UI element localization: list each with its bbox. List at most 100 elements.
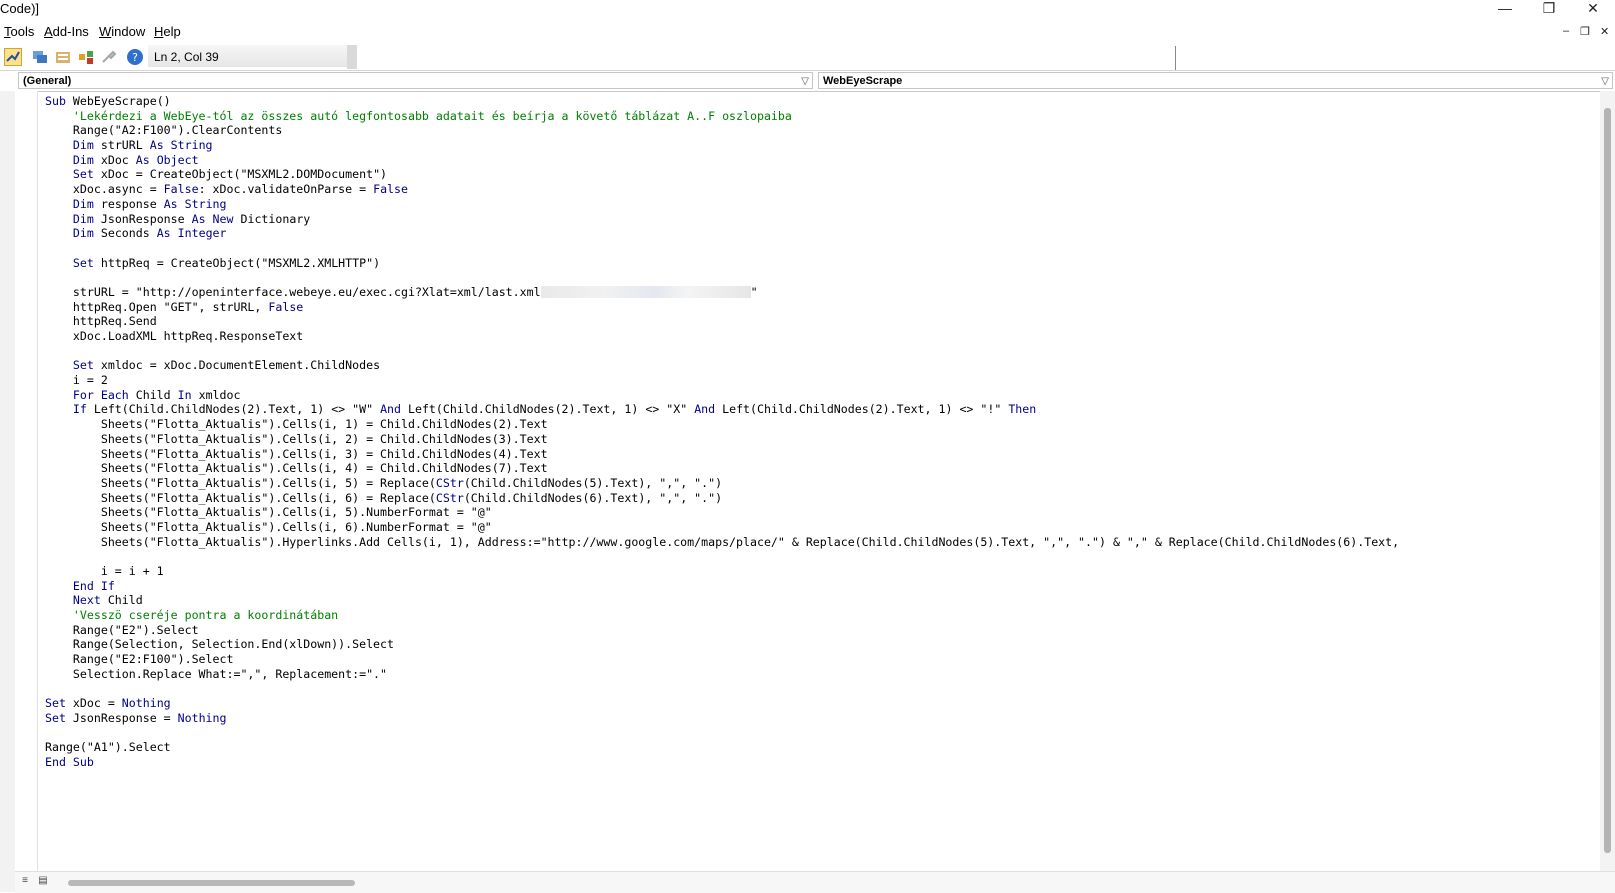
code-line[interactable]: Range(Selection, Selection.End(xlDown)).… (45, 637, 1600, 652)
code-editor[interactable]: Sub WebEyeScrape() 'Lekérdezi a WebEye-t… (45, 94, 1600, 864)
code-line[interactable] (45, 682, 1600, 697)
code-line[interactable]: Sheets("Flotta_Aktualis").Cells(i, 4) = … (45, 461, 1600, 476)
toolbar-dropdown-handle[interactable] (347, 45, 357, 69)
keyword-token: Next (45, 593, 101, 608)
code-line[interactable]: Range("E2").Select (45, 623, 1600, 638)
code-line[interactable]: Set xDoc = CreateObject("MSXML2.DOMDocum… (45, 167, 1600, 182)
code-line[interactable]: Sheets("Flotta_Aktualis").Cells(i, 3) = … (45, 447, 1600, 462)
code-token: Left(Child.ChildNodes(2).Text, 1) <> "!" (715, 402, 1009, 417)
code-line[interactable] (45, 549, 1600, 564)
mdi-close-icon[interactable]: ✕ (1600, 25, 1609, 38)
vertical-scroll-thumb[interactable] (1604, 108, 1611, 853)
code-line[interactable]: Sub WebEyeScrape() (45, 94, 1600, 109)
close-icon[interactable]: ✕ (1571, 0, 1615, 18)
keyword-token: Dim (45, 226, 94, 241)
code-line[interactable]: Range("A1").Select (45, 740, 1600, 755)
code-token: Sheets("Flotta_Aktualis").Hyperlinks.Add… (45, 534, 1400, 549)
code-line[interactable]: i = i + 1 (45, 564, 1600, 579)
procedure-combo-value: WebEyeScrape (823, 75, 903, 87)
code-line[interactable]: For Each Child In xmldoc (45, 388, 1600, 403)
code-line[interactable]: Dim JsonResponse As New Dictionary (45, 212, 1600, 227)
code-line[interactable]: End Sub (45, 755, 1600, 770)
menu-tools-label: ools (10, 24, 35, 39)
code-line[interactable]: Set httpReq = CreateObject("MSXML2.XMLHT… (45, 256, 1600, 271)
code-token: httpReq.Send (45, 314, 157, 329)
code-line[interactable] (45, 726, 1600, 741)
keyword-token: Then (1008, 402, 1037, 417)
maximize-icon[interactable]: ❐ (1527, 0, 1571, 18)
code-line[interactable]: Set JsonResponse = Nothing (45, 711, 1600, 726)
code-line[interactable] (45, 344, 1600, 359)
code-line[interactable]: xDoc.LoadXML httpReq.ResponseText (45, 329, 1600, 344)
code-line[interactable]: Next Child (45, 593, 1600, 608)
mdi-minimize-icon[interactable]: – (1563, 25, 1569, 37)
menu-window-accel: W (99, 24, 112, 39)
menu-window[interactable]: Window (99, 24, 145, 39)
code-line[interactable]: End If (45, 579, 1600, 594)
cursor-position: Ln 2, Col 39 (148, 45, 350, 67)
code-line[interactable]: strURL = "http://openinterface.webeye.eu… (45, 285, 1600, 300)
code-line[interactable]: Dim Seconds As Integer (45, 226, 1600, 241)
code-line[interactable]: i = 2 (45, 373, 1600, 388)
code-line[interactable]: Dim response As String (45, 197, 1600, 212)
object-browser-icon[interactable] (77, 48, 95, 66)
code-line[interactable]: Sheets("Flotta_Aktualis").Cells(i, 1) = … (45, 417, 1600, 432)
toolbox-icon[interactable] (100, 48, 118, 66)
code-line[interactable]: httpReq.Open "GET", strURL, False (45, 300, 1600, 315)
keyword-token: Nothing (177, 710, 227, 725)
code-line[interactable]: Sheets("Flotta_Aktualis").Cells(i, 5).Nu… (45, 505, 1600, 520)
code-line[interactable]: Range("E2:F100").Select (45, 652, 1600, 667)
full-module-view-icon[interactable]: ▤ (37, 875, 49, 887)
project-explorer-icon[interactable] (31, 48, 49, 66)
code-token: Child (128, 387, 178, 402)
code-line[interactable]: Set xDoc = Nothing (45, 696, 1600, 711)
keyword-token: False (268, 299, 304, 314)
keyword-token: As Object (135, 152, 199, 167)
minimize-icon[interactable]: — (1483, 0, 1527, 18)
procedure-view-icon[interactable]: ≡ (19, 875, 31, 887)
menu-add-ins[interactable]: Add-Ins (44, 24, 89, 39)
chevron-down-icon: ▽ (801, 76, 809, 87)
code-token: : xDoc.validateOnParse = (198, 182, 374, 197)
menu-help[interactable]: Help (154, 24, 181, 39)
code-token: Sheets("Flotta_Aktualis").Cells(i, 5) = … (45, 475, 436, 490)
chevron-down-icon: ▽ (1601, 76, 1609, 87)
keyword-token: As Integer (156, 226, 227, 241)
code-token: Selection.Replace What:=",", Replacement… (45, 666, 388, 681)
code-line[interactable]: Selection.Replace What:=",", Replacement… (45, 667, 1600, 682)
docked-panel-edge[interactable] (0, 91, 16, 892)
code-line[interactable] (45, 270, 1600, 285)
procedure-combo[interactable]: WebEyeScrape ▽ (818, 72, 1613, 89)
keyword-token: Sub (45, 94, 66, 108)
keyword-token: End Sub (45, 754, 94, 769)
code-line[interactable]: Range("A2:F100").ClearContents (45, 123, 1600, 138)
code-line[interactable]: Sheets("Flotta_Aktualis").Cells(i, 2) = … (45, 432, 1600, 447)
code-line[interactable]: 'Lekérdezi a WebEye-tól az összes autó l… (45, 109, 1600, 124)
code-margin[interactable] (15, 91, 38, 871)
code-line[interactable]: Sheets("Flotta_Aktualis").Cells(i, 6).Nu… (45, 520, 1600, 535)
object-combo[interactable]: (General) ▽ (18, 72, 813, 89)
help-icon[interactable]: ? (126, 48, 144, 66)
code-line[interactable]: If Left(Child.ChildNodes(2).Text, 1) <> … (45, 402, 1600, 417)
properties-window-icon[interactable] (54, 48, 72, 66)
keyword-token: If (45, 402, 87, 417)
code-line[interactable]: httpReq.Send (45, 314, 1600, 329)
code-line[interactable]: Sheets("Flotta_Aktualis").Hyperlinks.Add… (45, 535, 1600, 550)
code-line[interactable]: Sheets("Flotta_Aktualis").Cells(i, 5) = … (45, 476, 1600, 491)
code-line[interactable]: Set xmldoc = xDoc.DocumentElement.ChildN… (45, 358, 1600, 373)
code-token: Seconds (93, 226, 157, 241)
code-line[interactable]: Sheets("Flotta_Aktualis").Cells(i, 6) = … (45, 491, 1600, 506)
keyword-token: In (177, 387, 192, 402)
menu-tools[interactable]: Tools (4, 24, 34, 39)
design-mode-icon[interactable] (4, 48, 22, 66)
code-token: Range("E2").Select (45, 622, 199, 637)
mdi-restore-icon[interactable]: ❐ (1580, 25, 1590, 38)
code-line[interactable]: xDoc.async = False: xDoc.validateOnParse… (45, 182, 1600, 197)
code-line[interactable]: Dim xDoc As Object (45, 153, 1600, 168)
code-line[interactable]: Dim strURL As String (45, 138, 1600, 153)
code-line[interactable] (45, 241, 1600, 256)
code-token: xDoc = CreateObject("MSXML2.DOMDocument"… (93, 167, 388, 182)
horizontal-scroll-thumb[interactable] (68, 880, 355, 886)
code-line[interactable]: 'Vesszö cseréje pontra a koordinátában (45, 608, 1600, 623)
code-token: Sheets("Flotta_Aktualis").Cells(i, 6).Nu… (45, 519, 492, 534)
